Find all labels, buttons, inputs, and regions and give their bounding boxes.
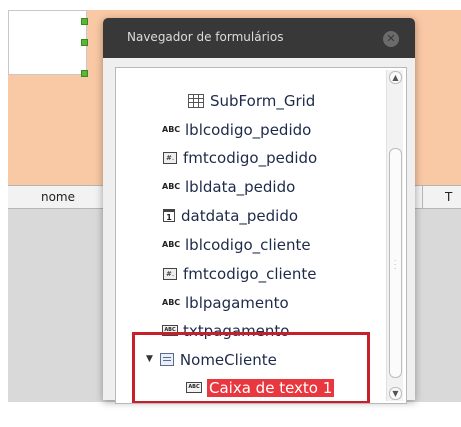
resize-handle-top-right[interactable]: [81, 18, 88, 25]
tree-item-label: fmtcodigo_cliente: [183, 265, 317, 283]
tree-item-label: datdata_pedido: [181, 207, 299, 225]
navigator-tree[interactable]: SubForm_Grid ABC lblcodigo_pedido #. fmtco…: [115, 67, 407, 404]
dialog-titlebar[interactable]: Navegador de formulários ✕: [103, 18, 415, 58]
tree-item-label: SubForm_Grid: [210, 92, 316, 110]
dialog-title: Navegador de formulários: [127, 30, 284, 44]
tree-item-datdata-pedido[interactable]: 1 datdata_pedido: [163, 203, 298, 230]
scroll-up-arrow-icon[interactable]: ▲: [389, 71, 402, 84]
tree-item-lbldata-pedido[interactable]: ABC lbldata_pedido: [162, 174, 295, 201]
label-abc-icon: ABC: [162, 239, 181, 249]
vertical-scrollbar[interactable]: ▲ · · · ▼: [386, 70, 403, 401]
label-abc-icon: ABC: [162, 124, 181, 134]
tree-item-lblcodigo-cliente[interactable]: ABC lblcodigo_cliente: [162, 232, 311, 259]
highlight-frame: [132, 332, 370, 403]
column-header-nome[interactable]: nome: [8, 186, 109, 208]
tree-item-fmtcodigo-cliente[interactable]: #. fmtcodigo_cliente: [163, 261, 317, 288]
tree-item-fmtcodigo-pedido[interactable]: #. fmtcodigo_pedido: [163, 145, 317, 172]
close-button[interactable]: ✕: [383, 31, 399, 47]
scrollbar-grip-icon: · · ·: [394, 257, 397, 273]
tree-item-lblpagamento[interactable]: ABC lblpagamento: [162, 290, 289, 317]
formatted-field-icon: #.: [163, 267, 177, 280]
grid-icon: [188, 93, 204, 108]
scrollbar-thumb[interactable]: · · ·: [389, 148, 402, 378]
tree-item-label: lblcodigo_cliente: [185, 236, 311, 254]
tree-item-label: lbldata_pedido: [185, 178, 296, 196]
tree-item-label: lblcodigo_pedido: [185, 121, 312, 139]
tree-item-label: fmtcodigo_pedido: [183, 149, 318, 167]
form-navigator-dialog: Navegador de formulários ✕ SubForm_Grid …: [103, 18, 415, 404]
date-field-icon: 1: [163, 209, 175, 222]
selected-control[interactable]: [8, 10, 87, 75]
formatted-field-icon: #.: [163, 151, 177, 164]
resize-handle-bottom-right[interactable]: [81, 70, 88, 77]
tree-item-label: lblpagamento: [185, 294, 289, 312]
column-header-t[interactable]: T: [422, 186, 461, 208]
label-abc-icon: ABC: [162, 181, 181, 191]
scroll-down-arrow-icon[interactable]: ▼: [389, 387, 402, 400]
label-abc-icon: ABC: [162, 297, 181, 307]
tree-item-lblcodigo-pedido[interactable]: ABC lblcodigo_pedido: [162, 117, 311, 144]
resize-handle-mid-right[interactable]: [81, 39, 88, 46]
tree-item-subform-grid[interactable]: SubForm_Grid: [188, 88, 315, 115]
